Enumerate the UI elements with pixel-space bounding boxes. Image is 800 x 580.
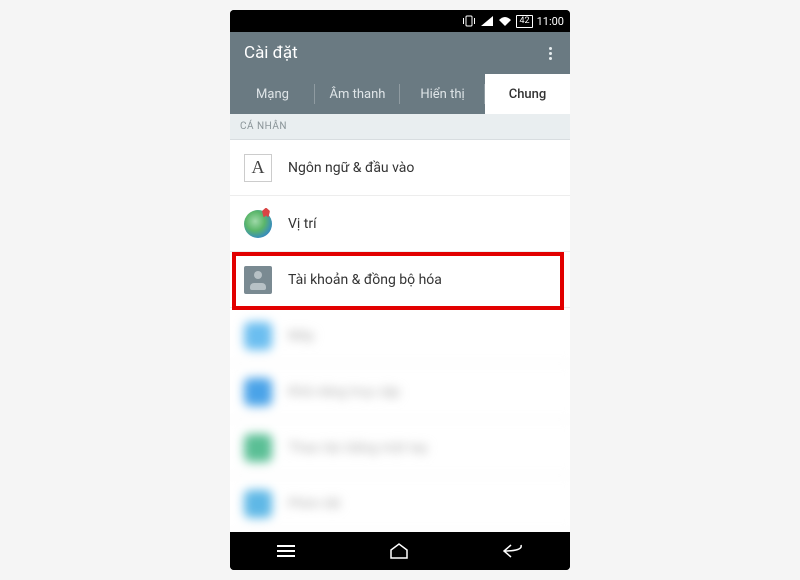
vibrate-icon	[462, 15, 476, 27]
phone-frame: 42 11:00 Cài đặt Mạng Âm thanh Hiển thị …	[230, 10, 570, 570]
blurred-icon	[244, 322, 272, 350]
tab-general[interactable]: Chung	[485, 74, 570, 114]
battery-icon: 42	[516, 15, 532, 28]
signal-icon	[480, 15, 494, 27]
nav-home-icon[interactable]	[388, 542, 410, 560]
row-accounts-sync[interactable]: Tài khoản & đồng bộ hóa	[230, 252, 570, 308]
tab-display[interactable]: Hiển thị	[400, 74, 485, 114]
row-label: Mây	[288, 328, 314, 344]
blurred-icon	[244, 490, 272, 518]
status-bar: 42 11:00	[230, 10, 570, 32]
row-blurred: Phím tắt	[230, 476, 570, 532]
wifi-icon	[498, 15, 512, 27]
row-location[interactable]: Vị trí	[230, 196, 570, 252]
row-blurred: Khả năng truy cập	[230, 364, 570, 420]
row-label: Phím tắt	[288, 496, 341, 512]
row-label: Khả năng truy cập	[288, 384, 400, 400]
row-blurred: Thao tác bằng một tay	[230, 420, 570, 476]
nav-menu-icon[interactable]	[275, 543, 297, 559]
accounts-icon	[244, 266, 272, 294]
row-blurred: Mây	[230, 308, 570, 364]
app-title: Cài đặt	[244, 43, 298, 63]
row-label: Tài khoản & đồng bộ hóa	[288, 272, 442, 288]
overflow-menu-icon[interactable]	[545, 43, 556, 64]
blurred-icon	[244, 434, 272, 462]
app-bar: Cài đặt	[230, 32, 570, 74]
tab-sound[interactable]: Âm thanh	[315, 74, 400, 114]
android-nav-bar	[230, 532, 570, 570]
section-personal: CÁ NHÂN	[230, 114, 570, 140]
row-label: Ngôn ngữ & đầu vào	[288, 160, 414, 176]
blurred-icon	[244, 378, 272, 406]
location-icon	[244, 210, 272, 238]
battery-pct: 42	[519, 16, 529, 27]
row-label: Thao tác bằng một tay	[288, 440, 428, 456]
row-label: Vị trí	[288, 216, 317, 232]
tab-network[interactable]: Mạng	[230, 74, 315, 114]
nav-back-icon[interactable]	[501, 543, 525, 559]
language-icon: A	[244, 154, 272, 182]
row-language-input[interactable]: A Ngôn ngữ & đầu vào	[230, 140, 570, 196]
clock: 11:00	[537, 15, 564, 28]
settings-list: A Ngôn ngữ & đầu vào Vị trí Tài khoản & …	[230, 140, 570, 532]
tab-bar: Mạng Âm thanh Hiển thị Chung	[230, 74, 570, 114]
